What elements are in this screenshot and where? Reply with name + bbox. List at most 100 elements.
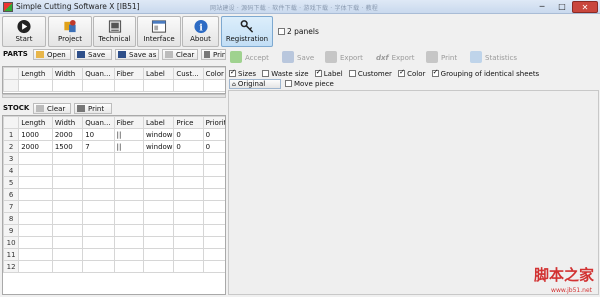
stock-cell-priority[interactable]: 0 [202, 128, 225, 141]
stock-cell-length[interactable] [18, 260, 53, 273]
minimize-button[interactable]: ─ [532, 1, 552, 13]
start-button[interactable]: Start [2, 16, 46, 47]
color-option[interactable]: Color [398, 68, 425, 78]
stock-row[interactable]: 3 [3, 152, 225, 165]
stock-cell-priority[interactable] [202, 236, 225, 249]
stock-cell-price[interactable] [173, 248, 204, 261]
stock-cell-label[interactable] [142, 200, 175, 213]
stock-cell-width[interactable] [51, 236, 84, 249]
stock-grid[interactable]: Length Width Quan... Fiber Label Price P… [2, 115, 226, 295]
color-checkbox[interactable] [398, 68, 406, 77]
row-number[interactable]: 5 [3, 176, 20, 189]
stock-cell-length[interactable] [18, 188, 53, 201]
stock-cell-label[interactable] [142, 236, 175, 249]
parts-open-button[interactable]: Open [33, 49, 71, 60]
stock-cell-length[interactable] [18, 152, 53, 165]
stock-col-header[interactable]: Priority [202, 116, 225, 129]
stock-cell-price[interactable] [173, 260, 204, 273]
stock-cell-width[interactable] [51, 188, 84, 201]
stock-cell-priority[interactable] [202, 188, 225, 201]
stock-cell-label[interactable] [142, 188, 175, 201]
stock-cell-fiber[interactable] [113, 236, 144, 249]
stock-cell-fiber[interactable]: || [113, 128, 144, 141]
stock-cell-fiber[interactable] [113, 224, 144, 237]
stock-cell-length[interactable] [18, 212, 53, 225]
stock-row[interactable]: 8 [3, 212, 225, 225]
stock-cell-label[interactable] [142, 224, 175, 237]
stock-cell-fiber[interactable] [113, 200, 144, 213]
row-number[interactable]: 12 [3, 260, 20, 273]
stock-cell-qty[interactable]: 7 [82, 140, 115, 153]
stock-cell-qty[interactable] [82, 164, 115, 177]
stock-cell-width[interactable] [51, 260, 84, 273]
customer-option[interactable]: Customer [348, 70, 392, 78]
registration-button[interactable]: Registration [221, 16, 273, 47]
sizes-option[interactable]: Sizes [229, 68, 256, 78]
row-number[interactable]: 6 [3, 188, 20, 201]
waste-size-checkbox[interactable] [262, 70, 270, 77]
stock-cell-length[interactable] [18, 164, 53, 177]
accept-button[interactable]: Accept [230, 49, 269, 67]
dxf-export-button[interactable]: dxf Export [376, 49, 415, 67]
stock-cell-width[interactable] [51, 176, 84, 189]
stock-col-header[interactable]: Length [18, 116, 53, 129]
waste-size-option[interactable]: Waste size [262, 70, 309, 78]
stock-cell-price[interactable] [173, 236, 204, 249]
parts-col-header[interactable]: Cust... [173, 67, 204, 80]
stock-row[interactable]: 5 [3, 176, 225, 189]
stock-row[interactable]: 1 1000 2000 10 || window 0 0 [3, 128, 225, 141]
stock-cell-qty[interactable] [82, 176, 115, 189]
stock-cell-price[interactable] [173, 152, 204, 165]
stock-cell-length[interactable]: 1000 [18, 128, 53, 141]
parts-col-header[interactable]: Color [202, 67, 225, 80]
stock-cell-qty[interactable] [82, 200, 115, 213]
stock-col-header[interactable]: Label [142, 116, 175, 129]
stock-cell-label[interactable] [142, 164, 175, 177]
stock-row[interactable]: 9 [3, 224, 225, 237]
two-panels-box[interactable] [278, 28, 285, 35]
stock-col-header[interactable]: Fiber [113, 116, 144, 129]
row-number[interactable]: 3 [3, 152, 20, 165]
parts-print-button[interactable]: Print [201, 49, 226, 60]
stock-cell-price[interactable] [173, 224, 204, 237]
parts-col-header[interactable]: Length [18, 67, 53, 80]
parts-col-header[interactable]: Fiber [113, 67, 144, 80]
stock-cell-qty[interactable] [82, 224, 115, 237]
stock-cell-width[interactable] [51, 200, 84, 213]
stock-col-header[interactable]: Price [173, 116, 204, 129]
stock-cell-width[interactable] [51, 164, 84, 177]
stock-row[interactable]: 10 [3, 236, 225, 249]
stock-cell-length[interactable]: 2000 [18, 140, 53, 153]
stock-cell-label[interactable]: window [142, 140, 175, 153]
parts-save-as-button[interactable]: Save as [115, 49, 159, 60]
stock-cell-price[interactable]: 0 [173, 128, 204, 141]
stock-cell-width[interactable] [51, 248, 84, 261]
statistics-button[interactable]: Statistics [470, 49, 517, 67]
parts-clear-button[interactable]: Clear [162, 49, 198, 60]
stock-cell-qty[interactable] [82, 260, 115, 273]
move-piece-checkbox[interactable] [285, 80, 292, 87]
customer-checkbox[interactable] [348, 70, 356, 77]
stock-cell-label[interactable] [142, 248, 175, 261]
move-piece-option[interactable]: Move piece [285, 80, 334, 88]
row-number[interactable]: 11 [3, 248, 20, 261]
stock-cell-qty[interactable]: 10 [82, 128, 115, 141]
stock-cell-price[interactable] [173, 164, 204, 177]
stock-cell-label[interactable] [142, 212, 175, 225]
interface-button[interactable]: Interface [137, 16, 181, 47]
stock-cell-qty[interactable] [82, 248, 115, 261]
stock-cell-label[interactable] [142, 152, 175, 165]
stock-cell-width[interactable]: 2000 [51, 128, 84, 141]
stock-cell-fiber[interactable]: || [113, 140, 144, 153]
parts-grid[interactable]: Length Width Quan... Fiber Label Cust...… [2, 66, 226, 94]
stock-row[interactable]: 6 [3, 188, 225, 201]
stock-col-header[interactable]: Width [51, 116, 84, 129]
stock-row[interactable]: 11 [3, 248, 225, 261]
stock-cell-fiber[interactable] [113, 260, 144, 273]
save-result-button[interactable]: Save [282, 49, 314, 67]
stock-cell-width[interactable] [51, 152, 84, 165]
export-button[interactable]: Export [325, 49, 363, 67]
stock-cell-width[interactable]: 1500 [51, 140, 84, 153]
stock-cell-priority[interactable] [202, 212, 225, 225]
stock-cell-width[interactable] [51, 212, 84, 225]
